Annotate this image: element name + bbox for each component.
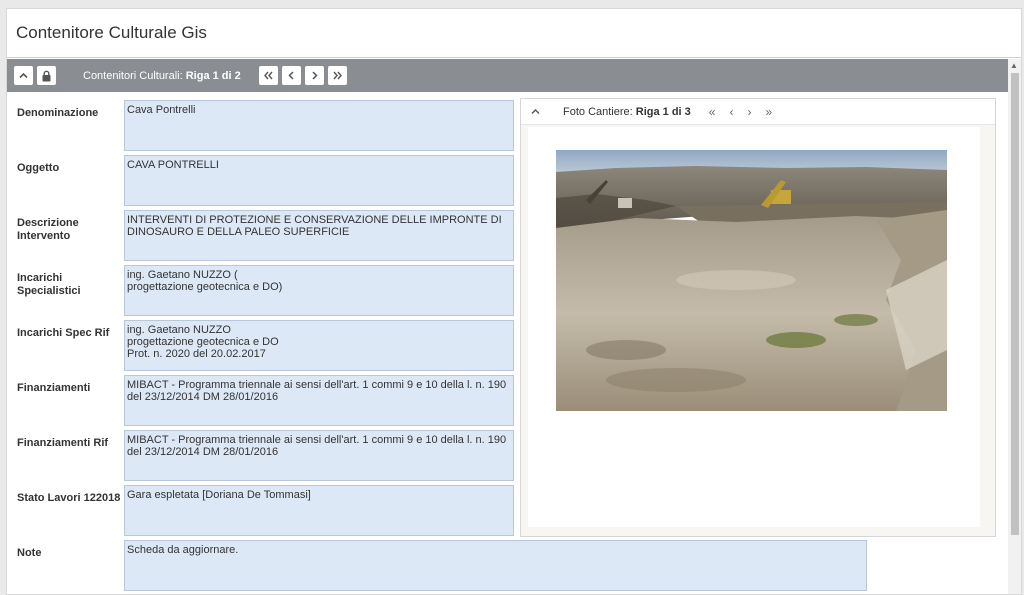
photo-position: Riga 1 di 3 <box>635 105 691 118</box>
field-denominazione[interactable]: Cava Pontrelli <box>124 100 514 151</box>
scrollbar-thumb[interactable] <box>1011 73 1019 535</box>
field-descrizione-intervento[interactable]: INTERVENTI DI PROTEZIONE E CONSERVAZIONE… <box>124 210 514 261</box>
field-note[interactable]: Scheda da aggiornare. <box>124 540 867 591</box>
page-title: Contenitore Culturale Gis <box>7 9 1021 58</box>
label-incarichi-specialistici: Incarichi Specialistici <box>17 272 81 297</box>
field-incarichi-spec-rif[interactable]: ing. Gaetano NUZZO progettazione geotecn… <box>124 320 514 371</box>
photo-label: Foto Cantiere: <box>563 105 633 118</box>
record-counter: Contenitori Culturali: Riga 1 di 2 <box>83 70 241 82</box>
last-record-button[interactable] <box>327 66 347 85</box>
field-finanziamenti-rif[interactable]: MIBACT - Programma triennale ai sensi de… <box>124 430 514 481</box>
vertical-scrollbar[interactable]: ▲ <box>1008 59 1021 594</box>
quarry-photo[interactable] <box>556 150 947 411</box>
label-descrizione-intervento: Descrizione Intervento <box>17 217 79 242</box>
photo-panel: Foto Cantiere: Riga 1 di 3 « ‹ › » <box>520 98 996 537</box>
photo-next-button[interactable]: › <box>747 105 751 119</box>
chevron-left-icon <box>288 71 294 80</box>
field-incarichi-specialistici[interactable]: ing. Gaetano NUZZO ( progettazione geote… <box>124 265 514 316</box>
photo-first-button[interactable]: « <box>709 105 716 119</box>
first-record-button[interactable] <box>258 66 278 85</box>
record-toolbar: Contenitori Culturali: Riga 1 di 2 <box>7 59 1010 92</box>
photo-header: Foto Cantiere: Riga 1 di 3 « ‹ › » <box>521 99 995 125</box>
collapse-button[interactable] <box>14 66 33 85</box>
double-chevron-left-icon <box>263 71 273 80</box>
lock-icon <box>42 70 51 81</box>
field-oggetto[interactable]: CAVA PONTRELLI <box>124 155 514 206</box>
next-record-button[interactable] <box>304 66 324 85</box>
label-note: Note <box>17 547 42 559</box>
prev-record-button[interactable] <box>281 66 301 85</box>
photo-frame <box>528 127 980 527</box>
record-position: Riga 1 di 2 <box>185 69 241 82</box>
photo-prev-button[interactable]: ‹ <box>729 105 733 119</box>
label-denominazione: Denominazione <box>17 107 99 119</box>
label-oggetto: Oggetto <box>17 162 60 174</box>
label-stato-lavori: Stato Lavori 122018 <box>17 492 121 504</box>
app-window: Contenitore Culturale Gis Contenitori Cu… <box>6 8 1022 595</box>
chevron-right-icon <box>312 71 318 80</box>
label-finanziamenti-rif: Finanziamenti Rif <box>17 437 109 449</box>
double-chevron-right-icon <box>333 71 342 80</box>
lock-button[interactable] <box>37 66 56 85</box>
scroll-up-icon[interactable]: ▲ <box>1010 62 1018 70</box>
record-label: Contenitori Culturali: <box>83 69 183 82</box>
label-incarichi-spec-rif: Incarichi Spec Rif <box>17 327 110 339</box>
chevron-up-icon[interactable] <box>530 106 541 117</box>
field-stato-lavori[interactable]: Gara espletata [Doriana De Tommasi] <box>124 485 514 536</box>
photo-last-button[interactable]: » <box>765 105 772 119</box>
label-finanziamenti: Finanziamenti <box>17 382 91 394</box>
field-finanziamenti[interactable]: MIBACT - Programma triennale ai sensi de… <box>124 375 514 426</box>
chevron-up-icon <box>19 72 28 79</box>
